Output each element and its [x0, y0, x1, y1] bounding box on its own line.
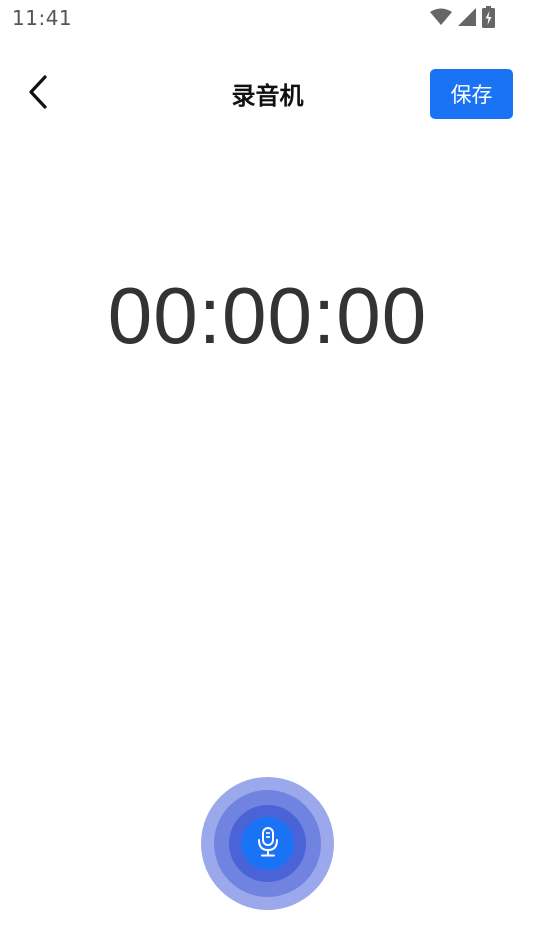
- battery-charging-icon: [482, 6, 495, 28]
- status-bar: 11:41: [0, 0, 535, 36]
- status-icons: [430, 6, 495, 28]
- status-time: 11:41: [12, 6, 73, 30]
- record-button[interactable]: [241, 817, 294, 870]
- record-control: [201, 777, 334, 910]
- microphone-icon: [256, 826, 280, 861]
- header: 录音机 保存: [0, 60, 535, 130]
- save-button[interactable]: 保存: [430, 69, 513, 119]
- recording-timer: 00:00:00: [107, 271, 428, 360]
- cellular-signal-icon: [458, 8, 476, 26]
- wifi-icon: [430, 8, 452, 26]
